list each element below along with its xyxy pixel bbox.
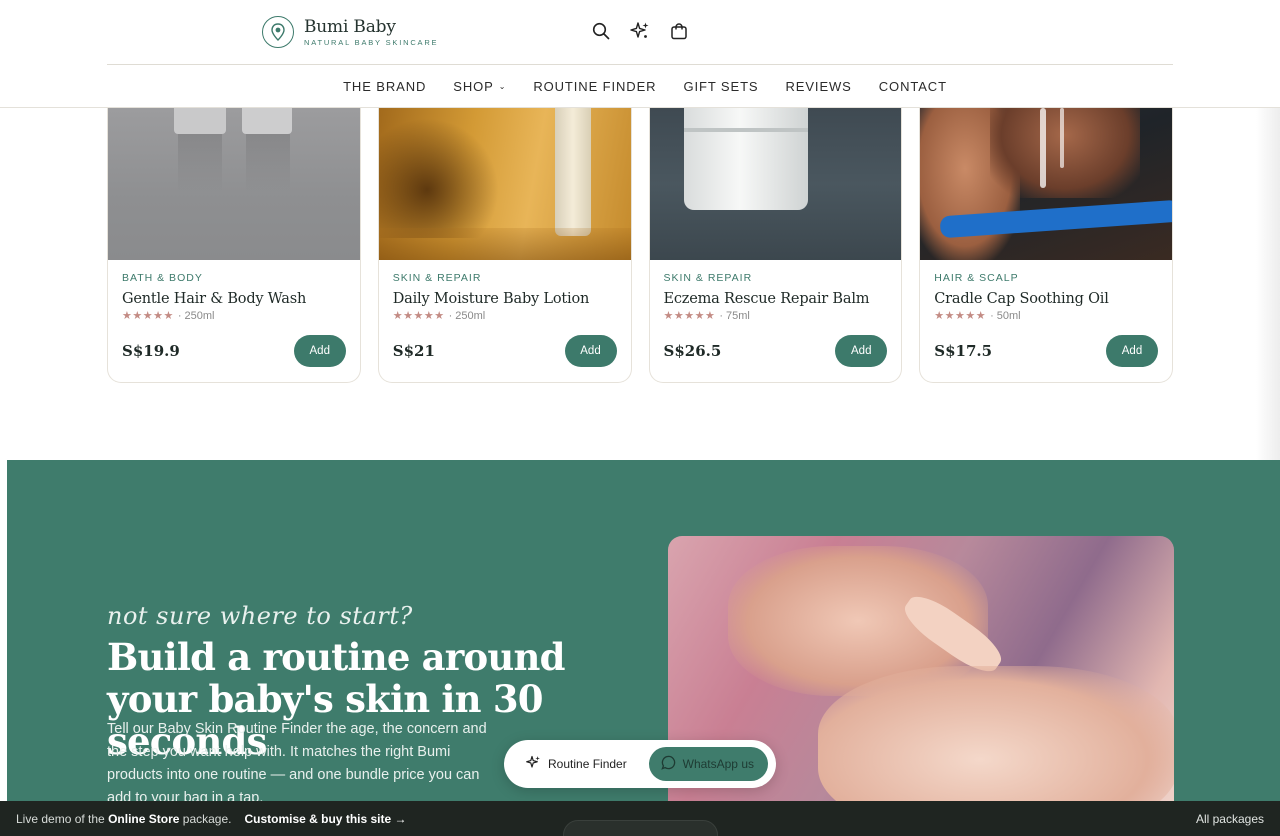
product-name[interactable]: Eczema Rescue Repair Balm — [664, 291, 888, 307]
header-icons — [590, 20, 690, 42]
rating-stars: ★★★★★ — [392, 310, 445, 322]
product-grid: BATH & BODY Gentle Hair & Body Wash ★★★★… — [107, 108, 1173, 383]
add-to-bag-button[interactable]: Add — [1106, 335, 1158, 367]
section-description: Tell our Baby Skin Routine Finder the ag… — [107, 721, 487, 806]
sparkle-icon[interactable] — [629, 20, 651, 42]
product-card[interactable]: SKIN & REPAIR Daily Moisture Baby Lotion… — [377, 108, 632, 383]
sparkle-icon — [526, 755, 541, 773]
nav-item-shop[interactable]: SHOP ⌄ — [453, 76, 506, 96]
whatsapp-button[interactable]: WhatsApp us — [648, 747, 768, 781]
product-name[interactable]: Gentle Hair & Body Wash — [122, 291, 346, 307]
rating-stars: ★★★★★ — [934, 310, 987, 322]
product-image — [649, 108, 902, 260]
nav-label: SHOP — [453, 78, 494, 94]
customise-link[interactable]: Customise & buy this site → — [244, 812, 406, 826]
add-to-bag-button[interactable]: Add — [293, 335, 346, 367]
floating-action-bar: Routine Finder WhatsApp us — [504, 740, 776, 788]
main-nav: THE BRAND SHOP ⌄ ROUTINE FINDER GIFT SETS… — [0, 76, 1280, 96]
add-to-bag-button[interactable]: Add — [564, 335, 617, 367]
search-icon[interactable] — [590, 20, 612, 42]
product-size: · 75ml — [719, 309, 750, 322]
nav-label: REVIEWS — [785, 78, 852, 94]
product-card[interactable]: HAIR & SCALP Cradle Cap Soothing Oil ★★★… — [919, 108, 1173, 383]
product-category: BATH & BODY — [122, 272, 203, 284]
nav-item-gift-sets[interactable]: GIFT SETS — [683, 76, 758, 96]
header-divider — [107, 64, 1173, 65]
whatsapp-label: WhatsApp us — [682, 757, 754, 771]
nav-item-the-brand[interactable]: THE BRAND — [343, 76, 426, 96]
nav-label: CONTACT — [878, 78, 947, 94]
chevron-down-icon: ⌄ — [498, 81, 507, 91]
nav-label: ROUTINE FINDER — [533, 78, 657, 94]
product-name[interactable]: Cradle Cap Soothing Oil — [934, 291, 1158, 307]
product-image — [108, 108, 360, 260]
section-kicker: not sure where to start? — [107, 602, 413, 630]
hidden-toolbar-peek — [563, 820, 718, 836]
demo-package-name: Online Store — [108, 811, 180, 826]
rating-stars: ★★★★★ — [122, 310, 174, 322]
bag-icon[interactable] — [668, 20, 690, 42]
product-card[interactable]: BATH & BODY Gentle Hair & Body Wash ★★★★… — [107, 108, 361, 383]
demo-bar-text: Live demo of the Online Store package. — [16, 812, 231, 826]
product-category: HAIR & SCALP — [934, 272, 1019, 284]
nav-item-contact[interactable]: CONTACT — [879, 76, 947, 96]
leaf-pin-icon — [262, 16, 294, 48]
nav-label: THE BRAND — [343, 78, 427, 94]
routine-finder-label: Routine Finder — [548, 757, 627, 771]
brand-logo[interactable]: Bumi Baby NATURAL BABY SKINCARE — [262, 16, 438, 48]
chat-bubble-icon — [660, 755, 676, 773]
brand-name: Bumi Baby — [304, 16, 396, 37]
hero-image — [668, 536, 1174, 836]
nav-label: GIFT SETS — [683, 78, 759, 94]
product-image — [378, 108, 631, 260]
brand-tagline: NATURAL BABY SKINCARE — [304, 37, 439, 47]
product-category: SKIN & REPAIR — [392, 272, 482, 284]
routine-finder-button[interactable]: Routine Finder — [526, 755, 627, 773]
all-packages-link[interactable]: All packages — [1196, 812, 1264, 826]
demo-prefix: Live demo of the — [16, 811, 105, 826]
product-price: S$26.5 — [663, 342, 722, 360]
product-card[interactable]: SKIN & REPAIR Eczema Rescue Repair Balm … — [648, 108, 903, 383]
nav-item-reviews[interactable]: REVIEWS — [786, 76, 852, 96]
product-size: · 250ml — [177, 309, 215, 322]
product-image — [920, 108, 1172, 260]
rating-stars: ★★★★★ — [663, 310, 716, 322]
product-size: · 250ml — [448, 309, 486, 322]
site-header: Bumi Baby NATURAL BABY SKINCARE THE BRAN… — [0, 0, 1280, 108]
product-price: S$19.9 — [122, 342, 180, 360]
product-size: · 50ml — [990, 309, 1021, 322]
product-name[interactable]: Daily Moisture Baby Lotion — [393, 291, 617, 307]
product-category: SKIN & REPAIR — [663, 272, 753, 284]
add-to-bag-button[interactable]: Add — [835, 335, 888, 367]
demo-suffix: package. — [182, 811, 232, 826]
product-price: S$21 — [392, 342, 435, 360]
nav-item-routine-finder[interactable]: ROUTINE FINDER — [533, 76, 656, 96]
product-price: S$17.5 — [934, 342, 993, 360]
